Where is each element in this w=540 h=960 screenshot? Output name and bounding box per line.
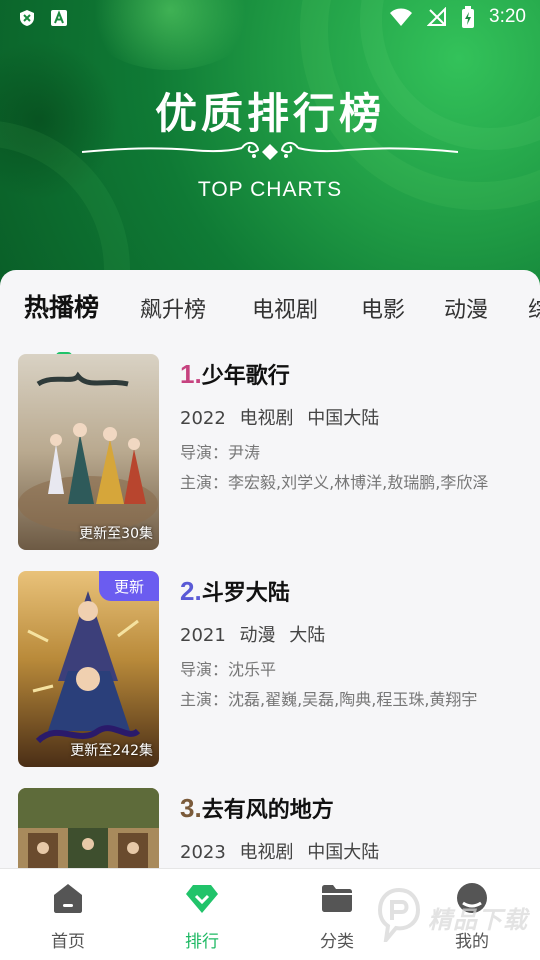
diamond-icon [186,885,218,913]
list-item[interactable]: 3.去有风的地方 2023 电视剧 中国大陆 [18,788,528,870]
item-meta: 2021 动漫 大陆 [180,621,520,647]
item-type: 电视剧 [239,842,294,863]
item-meta: 2022 电视剧 中国大陆 [180,404,520,430]
rank-number: 1. [180,359,202,389]
item-cast: 主演：李宏毅,刘学义,林博洋,敖瑞鹏,李欣泽 [180,473,489,492]
item-type: 动漫 [239,625,276,646]
item-year: 2023 [180,842,226,863]
poster-image[interactable]: 更新 更新至242集 [18,571,159,767]
ranking-card: 热播榜 飙升榜 电视剧 电影 动漫 综 更新至30集 1.少年歌行 2022 电… [0,270,540,870]
tab-movie[interactable]: 电影 [361,292,405,324]
tab-tv[interactable]: 电视剧 [252,292,318,324]
shield-icon [20,10,34,26]
item-title: 斗罗大陆 [201,581,290,606]
poster-image[interactable] [18,788,159,870]
nav-ranking-label: 排行 [185,932,219,952]
list-item[interactable]: 更新至30集 1.少年歌行 2022 电视剧 中国大陆 导演：尹涛 主演：李宏毅… [18,354,528,550]
item-title: 少年歌行 [201,364,290,389]
item-meta: 2023 电视剧 中国大陆 [180,838,520,864]
item-region: 大陆 [289,625,326,646]
episode-caption: 更新至30集 [79,526,153,542]
nav-ranking[interactable]: 排行 [152,881,252,952]
episode-caption: 更新至242集 [70,743,153,759]
nav-category-label: 分类 [320,932,354,952]
header-banner: 3:20 优质排行榜 TOP CHARTS [0,0,540,290]
item-title: 去有风的地方 [201,798,334,823]
tab-hot[interactable]: 热播榜 [24,288,99,324]
item-director: 导演：尹涛 [180,443,261,462]
item-title-row[interactable]: 3.去有风的地方 [180,792,520,824]
item-region: 中国大陆 [307,408,380,429]
tab-rising[interactable]: 飙升榜 [140,292,206,324]
item-type: 电视剧 [239,408,294,429]
watermark-text: 精品下载 [428,906,528,934]
clock: 3:20 [489,6,526,27]
ornament-divider [82,142,458,160]
watermark-logo-icon [377,887,421,947]
wifi-icon [390,8,413,26]
item-region: 中国大陆 [307,842,380,863]
tab-anime[interactable]: 动漫 [444,292,488,324]
battery-icon [462,6,475,28]
a-icon [51,10,67,26]
status-bar: 3:20 [0,0,540,36]
page-subtitle: TOP CHARTS [197,178,343,201]
category-tabs: 热播榜 飙升榜 电视剧 电影 动漫 综 [0,288,540,360]
watermark: 精品下载 [376,886,536,950]
nav-home-label: 首页 [51,932,85,952]
item-year: 2022 [180,408,226,429]
nav-home[interactable]: 首页 [18,881,118,952]
item-year: 2021 [180,625,226,646]
list-item[interactable]: 更新 更新至242集 2.斗罗大陆 2021 动漫 大陆 导演：沈乐平 主演：沈… [18,571,528,767]
item-director: 导演：沈乐平 [180,660,277,679]
update-badge: 更新 [99,571,159,601]
home-icon [54,884,82,913]
rank-number: 2. [180,576,202,606]
item-cast: 主演：沈磊,翟巍,吴磊,陶典,程玉珠,黄翔宇 [180,690,478,709]
no-signal-icon [427,7,447,26]
tab-variety[interactable]: 综 [528,292,540,324]
rank-number: 3. [180,793,202,823]
page-title: 优质排行榜 [154,89,385,138]
poster-image[interactable]: 更新至30集 [18,354,159,550]
folder-icon [322,885,352,912]
nav-category[interactable]: 分类 [287,881,387,952]
item-title-row[interactable]: 2.斗罗大陆 [180,575,520,607]
item-title-row[interactable]: 1.少年歌行 [180,358,520,390]
